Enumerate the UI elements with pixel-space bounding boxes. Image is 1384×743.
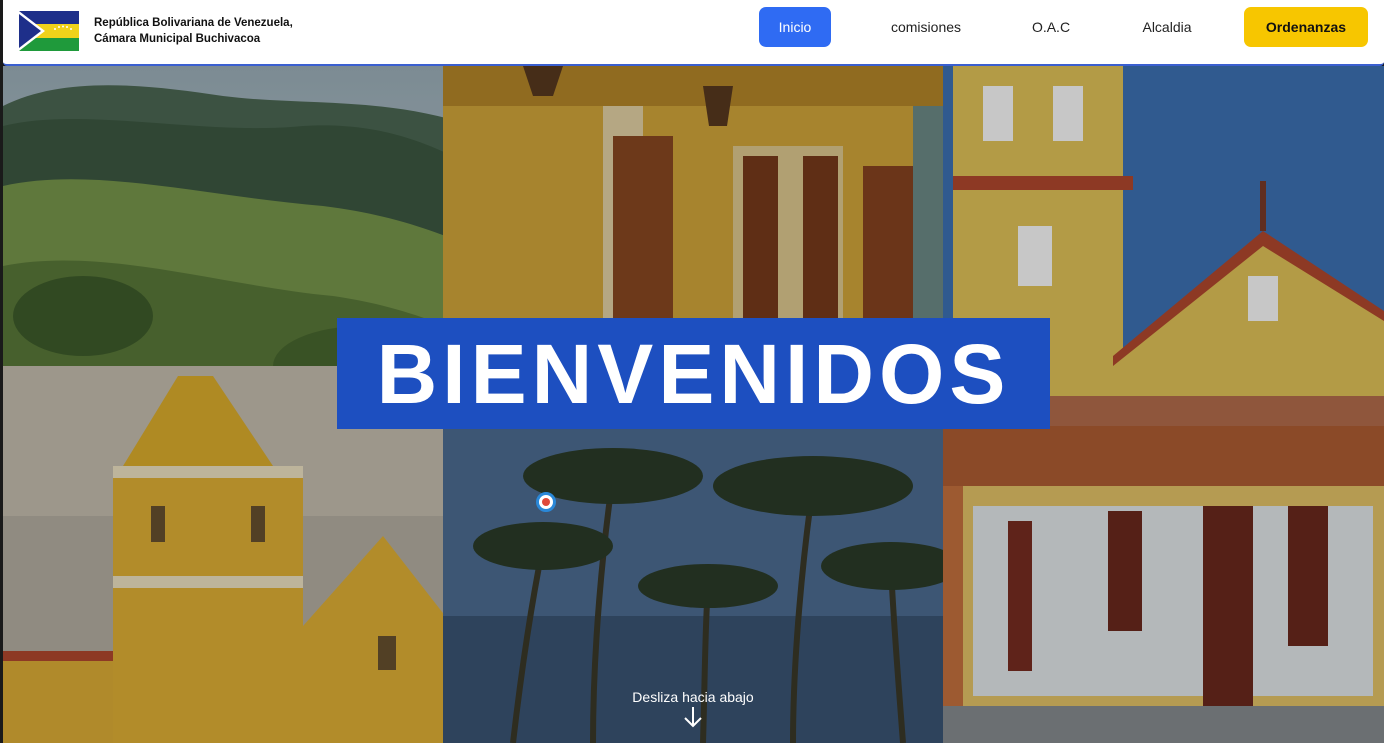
site-header: República Bolivariana de Venezuela, Cáma… [3, 0, 1384, 66]
nav-inicio-button[interactable]: Inicio [759, 7, 831, 47]
hero-banner: BIENVENIDOS Desliza hacia abajo [3, 66, 1384, 743]
welcome-banner: BIENVENIDOS [337, 318, 1050, 429]
nav-alcaldia-link[interactable]: Alcaldia [1121, 7, 1213, 47]
flag-logo-icon[interactable] [19, 11, 79, 51]
scroll-hint-text[interactable]: Desliza hacia abajo [603, 689, 783, 705]
brand-text: República Bolivariana de Venezuela, Cáma… [94, 15, 293, 47]
welcome-title: BIENVENIDOS [376, 326, 1011, 421]
brand-line-1: República Bolivariana de Venezuela, [94, 17, 293, 29]
map-pin-icon[interactable] [536, 492, 556, 512]
nav-comisiones-link[interactable]: comisiones [871, 7, 981, 47]
nav-oac-link[interactable]: O.A.C [1011, 7, 1091, 47]
nav-ordenanzas-button[interactable]: Ordenanzas [1244, 7, 1368, 47]
arrow-down-icon[interactable] [683, 706, 703, 728]
colonial-house-image [943, 426, 1384, 743]
brand-line-2: Cámara Municipal Buchivacoa [94, 33, 261, 45]
